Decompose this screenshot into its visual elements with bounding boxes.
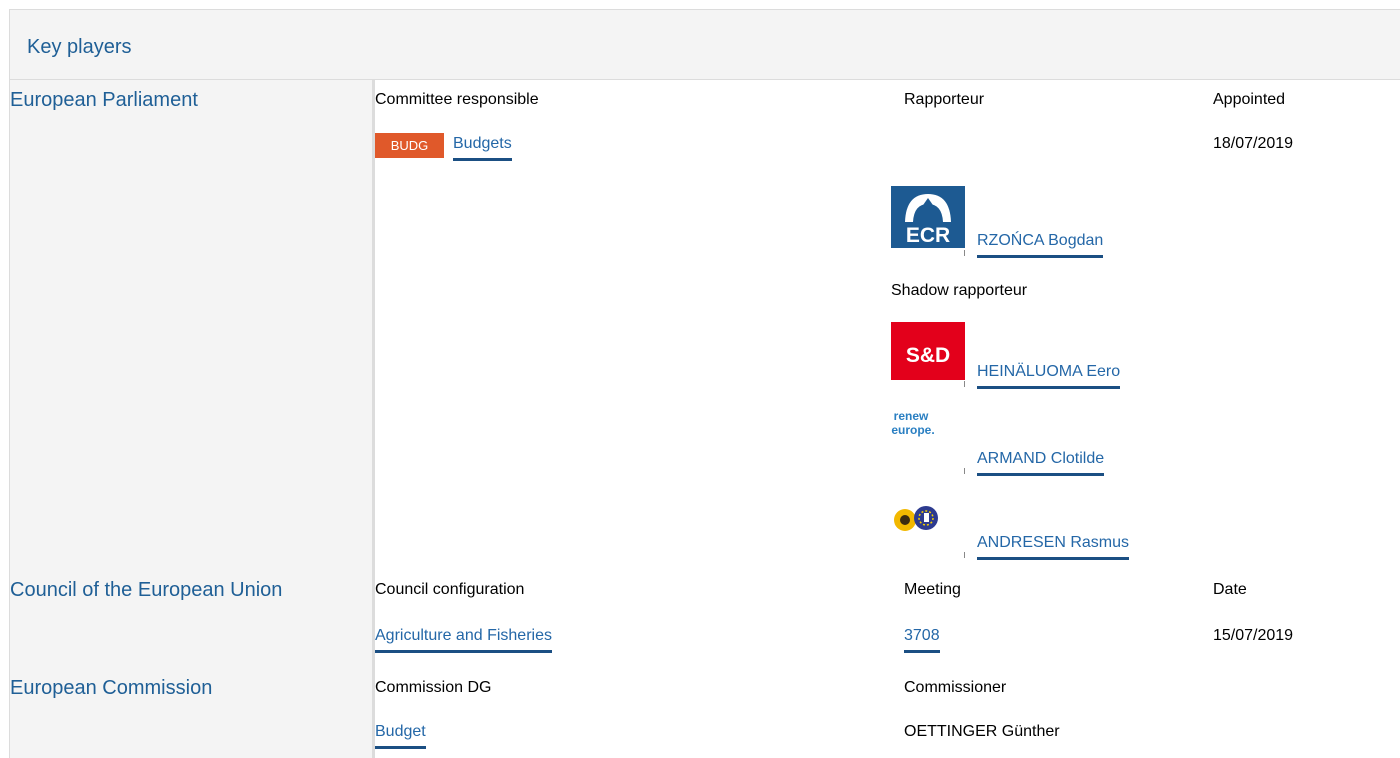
commission-dg-header: Commission DG bbox=[375, 679, 492, 696]
rapporteur-header: Rapporteur bbox=[904, 91, 985, 108]
institution-label-council[interactable]: Council of the European Union bbox=[10, 579, 282, 602]
shadow-rapporteur-link-andresen[interactable]: ANDRESEN Rasmus bbox=[977, 534, 1130, 560]
committee-responsible-header: Committee responsible bbox=[375, 91, 539, 108]
sd-group-logo: S&D bbox=[891, 322, 965, 380]
logo-tick bbox=[964, 250, 965, 256]
meeting-header: Meeting bbox=[904, 581, 961, 598]
commissioner-name: OETTINGER Günther bbox=[904, 723, 1060, 740]
council-configuration-header: Council configuration bbox=[375, 581, 525, 598]
ecr-group-logo: ECR bbox=[891, 186, 965, 248]
meeting-link[interactable]: 3708 bbox=[904, 627, 940, 653]
rapporteur-link[interactable]: RZOŃCA Bogdan bbox=[977, 232, 1104, 258]
committee-link-budgets[interactable]: Budgets bbox=[453, 135, 512, 161]
shadow-rapporteur-link-heinaluoma[interactable]: HEINÄLUOMA Eero bbox=[977, 363, 1121, 389]
key-players-header: Key players bbox=[10, 10, 1400, 80]
date-header: Date bbox=[1213, 581, 1247, 598]
commissioner-header: Commissioner bbox=[904, 679, 1007, 696]
logo-tick bbox=[964, 468, 965, 474]
institution-label-commission[interactable]: European Commission bbox=[10, 677, 212, 700]
appointed-date: 18/07/2019 bbox=[1213, 135, 1294, 152]
ecr-logo-text: ECR bbox=[906, 224, 950, 247]
shadow-rapporteur-link-armand[interactable]: ARMAND Clotilde bbox=[977, 450, 1105, 476]
greens-efa-group-logo bbox=[891, 496, 965, 544]
renew-europe-group-logo: renew europe. bbox=[891, 404, 965, 454]
logo-tick bbox=[964, 381, 965, 387]
committee-badge: BUDG bbox=[375, 133, 444, 158]
commission-dg-link[interactable]: Budget bbox=[375, 723, 426, 749]
column-divider bbox=[372, 80, 375, 758]
institution-label-parliament[interactable]: European Parliament bbox=[10, 89, 198, 112]
logo-tick bbox=[964, 552, 965, 558]
section-title: Key players bbox=[27, 36, 132, 58]
council-date: 15/07/2019 bbox=[1213, 627, 1294, 644]
sd-logo-text: S&D bbox=[906, 344, 950, 367]
shadow-rapporteur-label: Shadow rapporteur bbox=[891, 282, 1028, 299]
council-configuration-link[interactable]: Agriculture and Fisheries bbox=[375, 627, 552, 653]
appointed-header: Appointed bbox=[1213, 91, 1286, 108]
institution-column bbox=[10, 80, 372, 758]
renew-logo-line1: renew bbox=[894, 409, 929, 423]
renew-logo-line2: europe. bbox=[891, 423, 934, 437]
